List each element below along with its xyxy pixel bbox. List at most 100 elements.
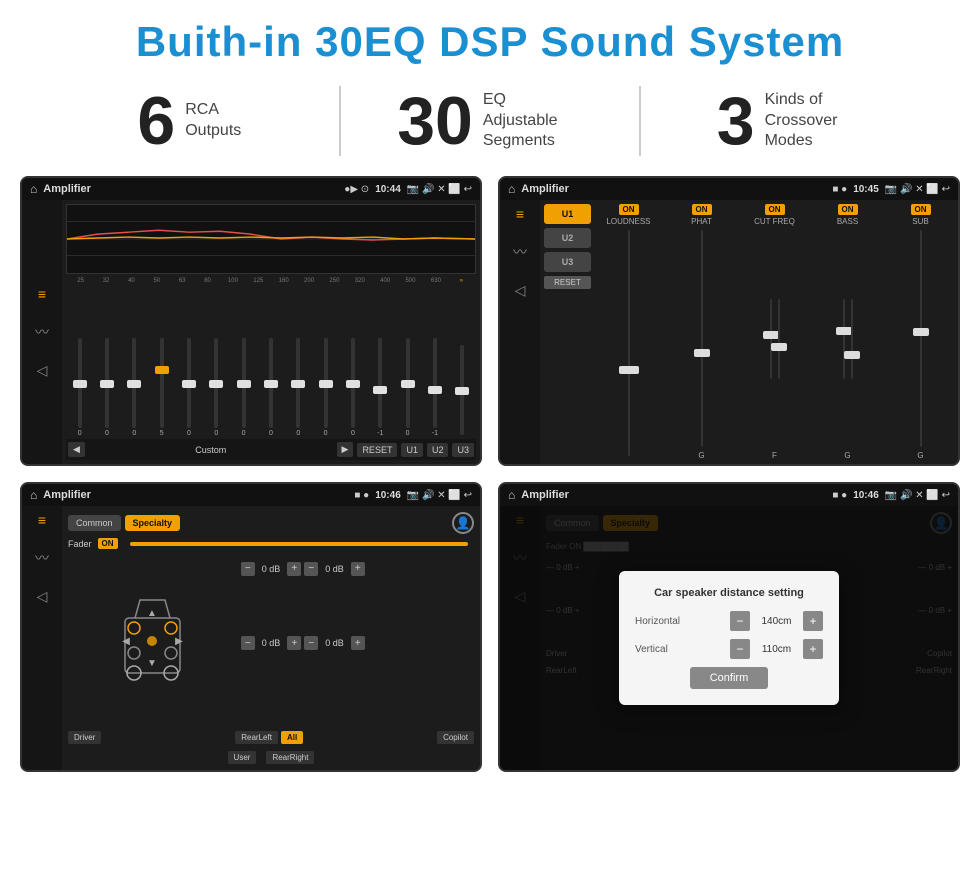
eq-slider-track-1[interactable]	[105, 338, 109, 428]
stat-label-crossover: Kinds ofCrossover Modes	[765, 90, 865, 152]
dialog-horizontal-minus[interactable]: −	[730, 611, 750, 631]
eq-slider-track-13[interactable]	[433, 338, 437, 428]
eq-slider-0: 0	[71, 338, 89, 437]
home-icon[interactable]: ⌂	[30, 182, 37, 196]
eq-reset-btn[interactable]: RESET	[357, 443, 397, 457]
amp-u2-btn[interactable]: U2	[544, 228, 591, 248]
fader-toggle[interactable]: ON	[98, 538, 118, 549]
amp-cutfreq-col: ON CUT FREQ F	[741, 204, 808, 460]
fader-row: Fader ON	[68, 538, 474, 549]
eq-slider-track-12[interactable]	[406, 338, 410, 428]
amp-sub-toggle[interactable]: ON	[911, 204, 931, 215]
amp-loudness-label: LOUDNESS	[606, 217, 650, 226]
amp-speaker-icon[interactable]: ◁	[515, 282, 526, 299]
speaker-fl-value: 0 dB	[262, 564, 281, 574]
fader-slider[interactable]	[130, 542, 468, 546]
eq-graph	[66, 204, 476, 274]
dialog-vertical-minus[interactable]: −	[730, 639, 750, 659]
eq-slider-track-10[interactable]	[351, 338, 355, 428]
eq-slider-1: 0	[98, 338, 116, 437]
dialog-confirm-button[interactable]: Confirm	[690, 667, 769, 689]
speaker-rl-plus[interactable]: +	[287, 636, 301, 650]
svg-text:▶: ▶	[176, 636, 184, 647]
crossover-rearright-btn[interactable]: RearRight	[266, 751, 314, 764]
amp-wave-icon[interactable]: 〰	[513, 242, 527, 262]
crossover-rearleft-btn[interactable]: RearLeft	[235, 731, 278, 744]
crossover-wave-icon[interactable]: 〰	[35, 548, 49, 568]
eq-slider-track-11[interactable]	[378, 338, 382, 428]
crossover-copilot-btn[interactable]: Copilot	[437, 731, 474, 744]
stat-label-rca: RCAOutputs	[185, 100, 241, 142]
eq-prev-btn[interactable]: ◀	[68, 442, 85, 457]
dialog-horizontal-row: Horizontal − 140cm +	[635, 611, 823, 631]
speaker-distance-dialog: Car speaker distance setting Horizontal …	[619, 571, 839, 705]
eq-slider-track-0[interactable]	[78, 338, 82, 428]
eq-u2-btn[interactable]: U2	[427, 443, 449, 457]
crossover-speaker-icon[interactable]: ◁	[37, 588, 48, 605]
eq-main-area: 25 32 40 50 63 80 100 125 160 200 250 32…	[62, 200, 480, 464]
dialog-vertical-value: 110cm	[754, 644, 799, 655]
speaker-rl-minus[interactable]: −	[241, 636, 255, 650]
amp-status-icons-right: 📷 🔊 ✕ ⬜ ↩	[885, 184, 950, 195]
amp-bass-value: G	[844, 451, 850, 460]
dialog-vertical-plus[interactable]: +	[803, 639, 823, 659]
stat-number-rca: 6	[137, 87, 175, 155]
eq-status-icons-right: 📷 🔊 ✕ ⬜ ↩	[407, 184, 472, 195]
amp-bass-toggle[interactable]: ON	[838, 204, 858, 215]
amp-home-icon[interactable]: ⌂	[508, 182, 515, 196]
eq-u1-btn[interactable]: U1	[401, 443, 423, 457]
amp-status-icons: ■ ●	[832, 184, 847, 195]
dialog-vertical-label: Vertical	[635, 644, 705, 655]
amp-sub-col: ON SUB G	[887, 204, 954, 460]
amp-sliders-icon[interactable]: ≡	[516, 206, 524, 222]
eq-u3-btn[interactable]: U3	[452, 443, 474, 457]
page-title: Buith-in 30EQ DSP Sound System	[0, 0, 980, 76]
eq-slider-track-9[interactable]	[324, 338, 328, 428]
amp-u3-btn[interactable]: U3	[544, 252, 591, 272]
amp-phat-toggle[interactable]: ON	[692, 204, 712, 215]
crossover-tab-specialty[interactable]: Specialty	[125, 515, 181, 531]
speaker-fr-minus[interactable]: −	[304, 562, 318, 576]
speaker-rr-minus[interactable]: −	[304, 636, 318, 650]
eq-slider-track-2[interactable]	[132, 338, 136, 428]
eq-slider-track-14[interactable]	[460, 345, 464, 435]
amp-status-bar: ⌂ Amplifier ■ ● 10:45 📷 🔊 ✕ ⬜ ↩	[500, 178, 958, 200]
crossover-user-btn[interactable]: User	[228, 751, 257, 764]
eq-slider-track-8[interactable]	[296, 338, 300, 428]
crossover-tabs: Common Specialty	[68, 515, 180, 531]
crossover-driver-btn[interactable]: Driver	[68, 731, 101, 744]
speaker-fl-plus[interactable]: +	[287, 562, 301, 576]
amp-reset-btn[interactable]: RESET	[544, 276, 591, 289]
dialog-status-icons-right: 📷 🔊 ✕ ⬜ ↩	[885, 490, 950, 501]
amp-loudness-toggle[interactable]: ON	[619, 204, 639, 215]
eq-screen: ⌂ Amplifier ●▶ ⊙ 10:44 📷 🔊 ✕ ⬜ ↩ ≡ 〰 ◁	[20, 176, 482, 466]
speaker-rr-plus[interactable]: +	[351, 636, 365, 650]
crossover-user-icon[interactable]: 👤	[452, 512, 474, 534]
eq-slider-track-5[interactable]	[214, 338, 218, 428]
eq-slider-track-6[interactable]	[242, 338, 246, 428]
eq-slider-7: 0	[262, 338, 280, 437]
amp-u1-btn[interactable]: U1	[544, 204, 591, 224]
eq-play-btn[interactable]: ▶	[337, 442, 354, 457]
dialog-home-icon[interactable]: ⌂	[508, 488, 515, 502]
eq-sidebar: ≡ 〰 ◁	[22, 200, 62, 464]
amp-cutfreq-toggle[interactable]: ON	[765, 204, 785, 215]
stat-rca: 6 RCAOutputs	[60, 87, 319, 155]
crossover-home-icon[interactable]: ⌂	[30, 488, 37, 502]
eq-speaker-icon[interactable]: ◁	[37, 362, 48, 379]
eq-slider-track-4[interactable]	[187, 338, 191, 428]
speaker-fr-plus[interactable]: +	[351, 562, 365, 576]
eq-slider-14	[453, 345, 471, 437]
crossover-all-btn[interactable]: All	[281, 731, 303, 744]
amp-sidebar: ≡ 〰 ◁	[500, 200, 540, 464]
speaker-fl-minus[interactable]: −	[241, 562, 255, 576]
eq-wave-icon[interactable]: 〰	[35, 322, 49, 342]
eq-sliders-icon[interactable]: ≡	[38, 286, 46, 302]
dialog-horizontal-plus[interactable]: +	[803, 611, 823, 631]
eq-slider-track-3[interactable]	[160, 338, 164, 428]
crossover-app-name: Amplifier	[43, 489, 348, 501]
dialog-app-name: Amplifier	[521, 489, 826, 501]
eq-slider-track-7[interactable]	[269, 338, 273, 428]
crossover-tab-common[interactable]: Common	[68, 515, 121, 531]
crossover-sliders-icon[interactable]: ≡	[38, 512, 46, 528]
